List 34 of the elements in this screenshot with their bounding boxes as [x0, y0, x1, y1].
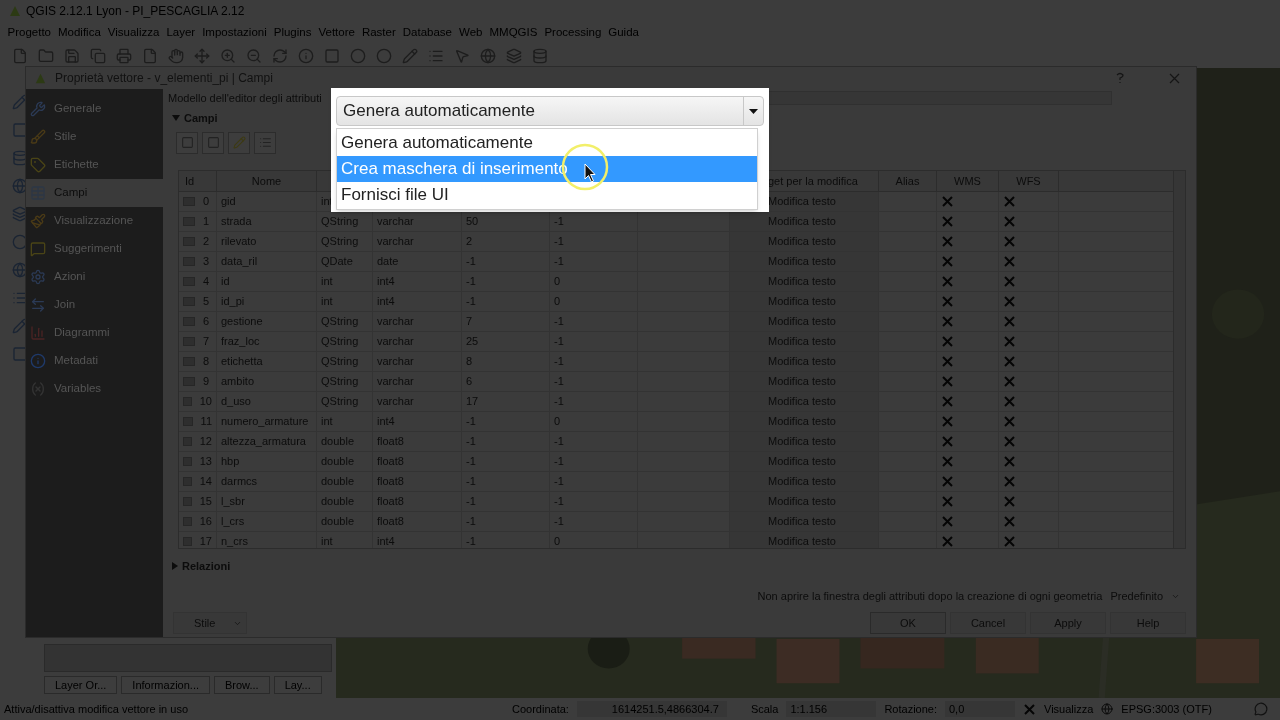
sidebar-item[interactable]: Etichette — [26, 151, 163, 179]
render-label: Visualizza — [1044, 701, 1094, 717]
sidebar-item[interactable]: Variables — [26, 375, 163, 403]
menu-item[interactable]: Impostazioni — [198, 24, 271, 42]
menu-item[interactable]: Progetto — [4, 24, 55, 42]
dropdown-option[interactable]: Genera automaticamente — [337, 130, 757, 156]
panel-tab[interactable]: Lay... — [273, 676, 322, 694]
menu-item[interactable]: Database — [399, 24, 456, 42]
rotation-label: Rotazione: — [884, 701, 937, 717]
panel-tab[interactable]: Layer Or... — [44, 676, 118, 694]
menu-item[interactable]: Guida — [604, 24, 643, 42]
sidebar-item[interactable]: Visualizzazione — [26, 207, 163, 235]
menu-item[interactable]: Layer — [162, 24, 199, 42]
window-title: QGIS 2.12.1 Lyon - PI_PESCAGLIA 2.12 — [26, 3, 245, 20]
editor-layout-combo[interactable]: Genera automaticamente — [336, 96, 764, 126]
menu-item[interactable]: Plugins — [270, 24, 315, 42]
sidebar-item[interactable]: Suggerimenti — [26, 235, 163, 263]
crs-button[interactable]: EPSG:3003 (OTF) — [1121, 700, 1212, 718]
menu-item[interactable]: Raster — [358, 24, 400, 42]
coordinate-label: Coordinata: — [512, 701, 569, 717]
sidebar-item[interactable]: Generale — [26, 95, 163, 123]
sidebar-item[interactable]: Join — [26, 291, 163, 319]
menu-item[interactable]: Web — [455, 24, 486, 42]
menu-item[interactable]: Modifica — [54, 24, 105, 42]
sidebar-item[interactable]: Azioni — [26, 263, 163, 291]
menu-item[interactable]: Visualizza — [104, 24, 163, 42]
sidebar-item[interactable]: Diagrammi — [26, 319, 163, 347]
panel-tab[interactable]: Informazion... — [121, 676, 210, 694]
scale-label: Scala — [750, 701, 779, 717]
menu-item[interactable]: MMQGIS — [485, 24, 541, 42]
panel-tab[interactable]: Brow... — [214, 676, 270, 694]
menu-item[interactable]: Processing — [540, 24, 605, 42]
menu-item[interactable]: Vettore — [314, 24, 359, 42]
sidebar-item[interactable]: Metadati — [26, 347, 163, 375]
